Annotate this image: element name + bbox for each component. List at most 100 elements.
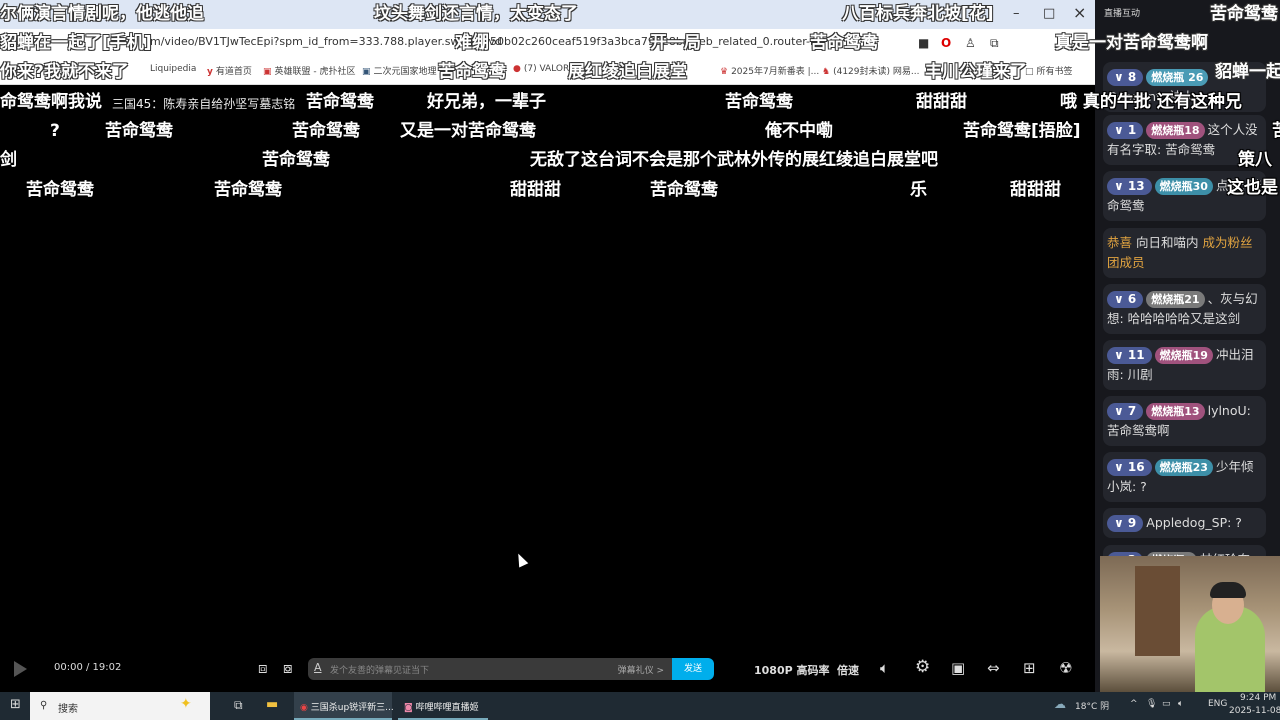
file-explorer-icon[interactable]: ▬ <box>266 697 278 712</box>
level-badge: ∨ 9 <box>1107 515 1144 532</box>
bookmark[interactable]: ♞ (4129封未读) 网易... <box>822 64 919 77</box>
fan-medal[interactable]: 燃烧瓶21 <box>1146 291 1205 308</box>
address-bar[interactable]: m/video/BV1TJwTecEpi?spm_id_from=333.788… <box>0 29 1095 57</box>
level-value: 11 <box>1127 348 1145 362</box>
taskbar-app-chrome[interactable]: ◉ 三国杀up锐评新三... <box>294 692 394 720</box>
danmaku-comment: 苦命鸳鸯 <box>26 180 94 200</box>
weather-icon: ☁ <box>1054 697 1066 711</box>
danmaku-comment: 苦命鸳鸯 <box>1210 4 1278 24</box>
extension-icon[interactable]: ♙ <box>965 36 976 50</box>
quality-selector[interactable]: 1080P 高码率 <box>754 662 830 678</box>
settings-gear-icon[interactable]: ⚙ <box>915 657 930 677</box>
text-style-icon[interactable]: A <box>314 661 322 674</box>
danmaku-comment: 苦命鸳鸯[捂脸] <box>963 121 1081 141</box>
opera-icon[interactable]: O <box>941 36 951 50</box>
bookmark[interactable]: ♛ 2025年7月新番表 |... <box>720 64 819 77</box>
chat-message[interactable]: ∨ 11 燃烧瓶19 冲出泪雨: 川剧 <box>1103 340 1266 390</box>
taskbar-search[interactable]: ⚲ 搜索 ✦ <box>30 692 210 720</box>
fan-medal[interactable]: 燃烧瓶18 <box>1146 122 1205 139</box>
level-badge: ∨ 16 <box>1107 459 1152 476</box>
chat-title: 直播互动 <box>1104 9 1141 19</box>
danmaku-comment: 哦 真的牛批 还有这种兄 <box>1060 92 1242 112</box>
url-text[interactable]: web_related_0.router-re <box>690 35 821 48</box>
level-value: 7 <box>1127 404 1137 418</box>
bookmark-label: 有道首页 <box>215 67 252 77</box>
clock-time[interactable]: 9:24 PM <box>1240 693 1276 703</box>
volume-icon[interactable]: 🔈︎ <box>880 659 889 677</box>
bookmark-label: 英雄联盟 - 虎扑社区 <box>274 67 356 77</box>
picture-in-picture-icon[interactable]: ▣ <box>951 659 965 677</box>
player-controls: 00:00 / 19:02 ⧈ ⧇ A 发个友善的弹幕见证当下 弹幕礼仪 > 发… <box>0 655 1095 683</box>
fan-medal[interactable]: 燃烧瓶19 <box>1154 347 1213 364</box>
task-view-icon[interactable]: ⧉ <box>234 698 243 713</box>
microphone-icon[interactable]: 🎙︎ <box>1146 699 1157 709</box>
url-text[interactable]: m/video/BV1TJwTecEpi?spm_id_from=333.788… <box>150 35 502 48</box>
danmaku-comment: 开一局 <box>650 33 701 53</box>
minimize-button[interactable]: – <box>1013 6 1020 21</box>
chrome-icon: ◉ <box>300 703 308 713</box>
danmaku-comment: 剑 <box>0 150 17 170</box>
danmaku-comment: 无敌了这台词不会是那个武林外传的展红绫追白展堂吧 <box>530 150 938 170</box>
sparkle-icon: ✦ <box>180 696 192 712</box>
fullscreen-icon[interactable]: ☢ <box>1059 659 1072 677</box>
username[interactable]: 向日和喵内 <box>1136 235 1199 250</box>
level-badge: ∨ 11 <box>1107 347 1152 364</box>
chat-message[interactable]: ∨ 6 燃烧瓶21 、灰与幻想: 哈哈哈哈哈又是这剑 <box>1103 284 1266 334</box>
level-badge: ∨ 8 <box>1107 69 1144 86</box>
danmaku-toggle-icon[interactable]: ⧈ <box>258 659 268 677</box>
speaker-icon[interactable]: 🔈︎ <box>1178 699 1183 709</box>
chat-message[interactable]: ∨ 16 燃烧瓶23 少年倾小岚: ? <box>1103 452 1266 502</box>
danmaku-comment: 苦命鸳鸯 <box>650 180 718 200</box>
bookmark[interactable]: ▣ 英雄联盟 - 虎扑社区 <box>263 64 356 77</box>
danmaku-comment: 苦命鸳鸯 <box>306 92 374 112</box>
chat-message[interactable]: ∨ 7 燃烧瓶13 lylnoU: 苦命鸳鸯啊 <box>1103 396 1266 446</box>
bookmark[interactable]: ▣ 二次元国家地理 <box>362 64 437 77</box>
weather-text[interactable]: 18°C 阴 <box>1075 699 1109 712</box>
level-value: 9 <box>1127 516 1137 530</box>
windows-start-icon[interactable]: ⊞ <box>10 697 21 712</box>
danmaku-comment: 策八 <box>1238 150 1272 170</box>
network-icon[interactable]: ▭ <box>1162 699 1171 709</box>
play-icon[interactable] <box>14 661 27 677</box>
web-fullscreen-icon[interactable]: ⊞ <box>1023 659 1036 677</box>
taskbar-app-bilibili-live[interactable]: ◙ 哔哩哔哩直播姬 <box>398 692 488 720</box>
bookmark[interactable]: Liquipedia <box>150 64 196 74</box>
danmaku-comment: 这也是 <box>1227 178 1278 198</box>
danmaku-comment: 苦命鸳鸯 <box>105 121 173 141</box>
widescreen-icon[interactable]: ⇔ <box>987 659 1000 677</box>
puzzle-icon[interactable]: ⧉ <box>990 36 999 51</box>
fan-medal[interactable]: 燃烧瓶30 <box>1154 178 1213 195</box>
danmaku-comment: 俺不中嘞 <box>765 121 833 141</box>
extension-icon[interactable]: ■ <box>918 36 929 50</box>
speed-selector[interactable]: 倍速 <box>837 662 859 678</box>
chat-message[interactable]: ∨ 9 Appledog_SP: ? <box>1103 508 1266 538</box>
tray-chevron-icon[interactable]: ^ <box>1130 699 1138 709</box>
clock-date[interactable]: 2025-11-08 <box>1229 706 1280 716</box>
fan-medal[interactable]: 燃烧瓶 26 <box>1146 69 1209 86</box>
bookmark[interactable]: ● (7) VALORA <box>513 64 575 74</box>
bookmark[interactable]: y 有道首页 <box>207 64 252 77</box>
send-button[interactable]: 发送 <box>672 658 714 680</box>
language-indicator[interactable]: ENG <box>1208 699 1227 709</box>
close-button[interactable]: × <box>1073 3 1086 22</box>
bilibili-live-icon: ◙ <box>404 703 413 713</box>
danmaku-comment: 苦命鸳鸯 <box>810 33 878 53</box>
fan-medal[interactable]: 燃烧瓶13 <box>1146 403 1205 420</box>
level-value: 16 <box>1127 460 1145 474</box>
danmaku-settings-icon[interactable]: ⧇ <box>283 659 293 677</box>
danmaku-comment: 苦命鸳鸯 <box>725 92 793 112</box>
danmaku-comment: 貂蝉在一起了[手机] <box>0 33 152 53</box>
danmaku-comment: 甜甜甜 <box>1010 180 1061 200</box>
danmaku-input[interactable]: A 发个友善的弹幕见证当下 弹幕礼仪 > <box>308 658 672 680</box>
danmaku-comment: 展红绫追白展堂 <box>568 62 687 82</box>
danmaku-etiquette-link[interactable]: 弹幕礼仪 > <box>618 663 664 676</box>
level-badge: ∨ 13 <box>1107 178 1152 195</box>
fan-medal[interactable]: 燃烧瓶23 <box>1154 459 1213 476</box>
danmaku-comment: 好兄弟，一辈子 <box>427 92 546 112</box>
video-title: 三国45：陈寿亲自给孙坚写墓志铭 <box>112 97 296 111</box>
app-label: 三国杀up锐评新三... <box>310 703 394 713</box>
system-message[interactable]: 恭喜 向日和喵内 成为粉丝团成员 <box>1103 228 1266 278</box>
app-label: 哔哩哔哩直播姬 <box>415 703 479 713</box>
maximize-button[interactable]: □ <box>1043 6 1055 21</box>
all-bookmarks[interactable]: □ 所有书签 <box>1025 64 1073 77</box>
